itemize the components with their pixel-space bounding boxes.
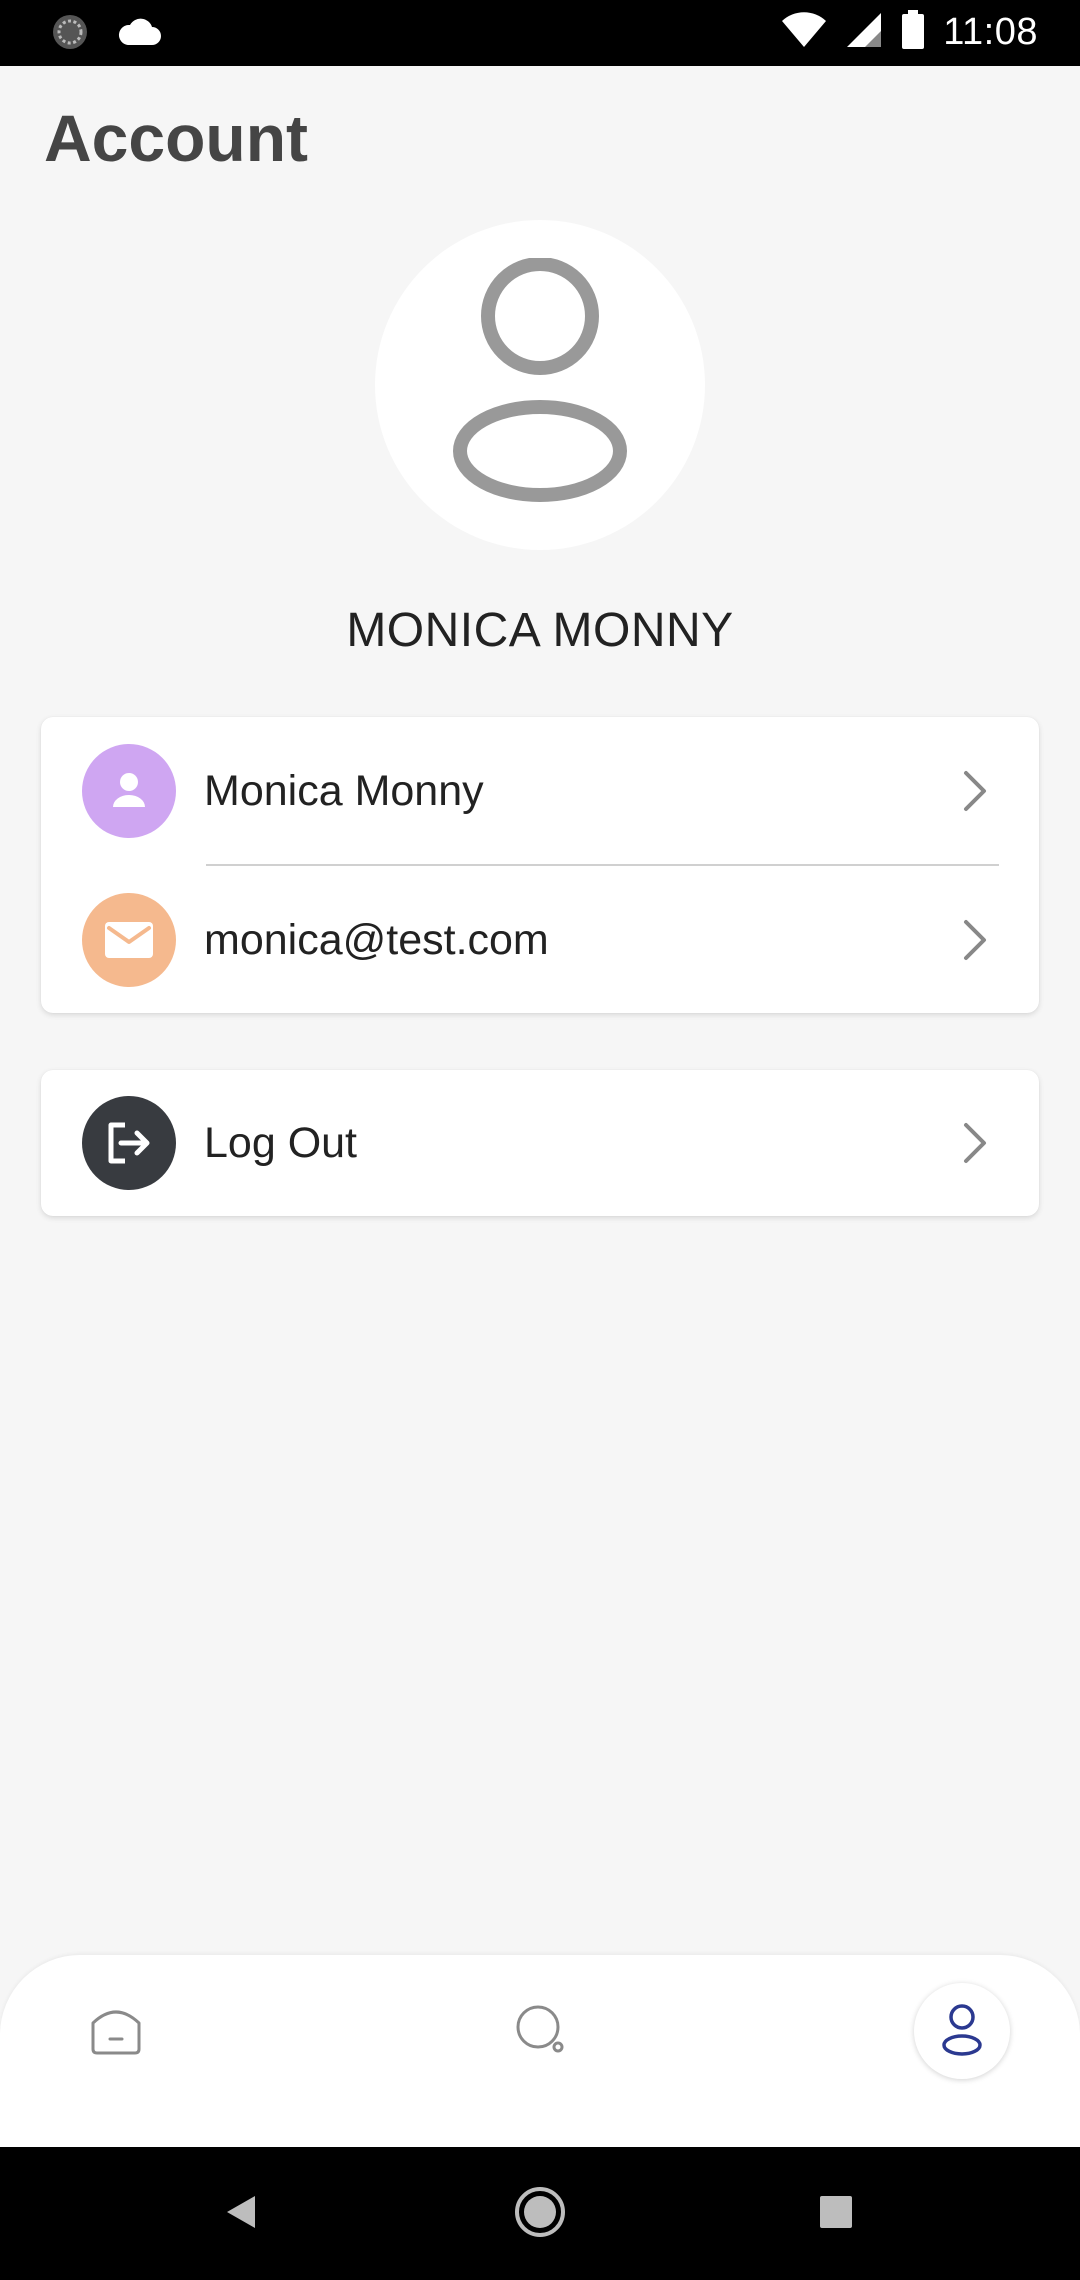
cloud-icon: [116, 17, 162, 52]
nav-search-button[interactable]: [492, 1983, 588, 2079]
user-outline-icon: [445, 256, 635, 513]
back-icon: [221, 2192, 261, 2237]
logout-row[interactable]: Log Out: [41, 1070, 1039, 1216]
wifi-icon: [781, 11, 827, 54]
user-icon: [940, 2001, 984, 2062]
logout-label: Log Out: [204, 1118, 357, 1167]
profile-display-name: MONICA MONNY: [346, 604, 734, 657]
logout-icon: [82, 1096, 176, 1190]
mail-icon: [82, 893, 176, 987]
home-icon: [88, 2001, 144, 2062]
email-row[interactable]: monica@test.com: [41, 866, 1039, 1014]
person-icon: [82, 744, 176, 838]
cell-signal-icon: [845, 11, 883, 54]
chevron-right-icon: [957, 768, 993, 814]
name-row-label: Monica Monny: [204, 766, 484, 815]
recents-icon: [818, 2194, 854, 2235]
battery-icon: [901, 10, 925, 55]
logout-card: Log Out: [41, 1070, 1039, 1216]
email-row-label: monica@test.com: [204, 915, 549, 964]
system-nav-bar: [0, 2147, 1080, 2280]
chevron-right-icon: [957, 917, 993, 963]
chevron-right-icon: [957, 1120, 993, 1166]
sync-icon: [50, 12, 90, 57]
back-button[interactable]: [208, 2181, 274, 2247]
status-time: 11:08: [943, 11, 1038, 53]
search-icon: [512, 2001, 568, 2062]
home-button[interactable]: [507, 2181, 573, 2247]
profile-avatar: [375, 220, 705, 550]
page-title: Account: [44, 101, 308, 175]
home-circle-icon: [513, 2185, 567, 2244]
nav-home-button[interactable]: [68, 1983, 164, 2079]
account-info-card: Monica Monny monica@test.com: [41, 717, 1039, 1013]
recents-button[interactable]: [803, 2181, 869, 2247]
bottom-nav: [0, 1955, 1080, 2147]
name-row[interactable]: Monica Monny: [41, 717, 1039, 866]
status-bar: 11:08: [0, 0, 1080, 66]
nav-account-button[interactable]: [914, 1983, 1010, 2079]
